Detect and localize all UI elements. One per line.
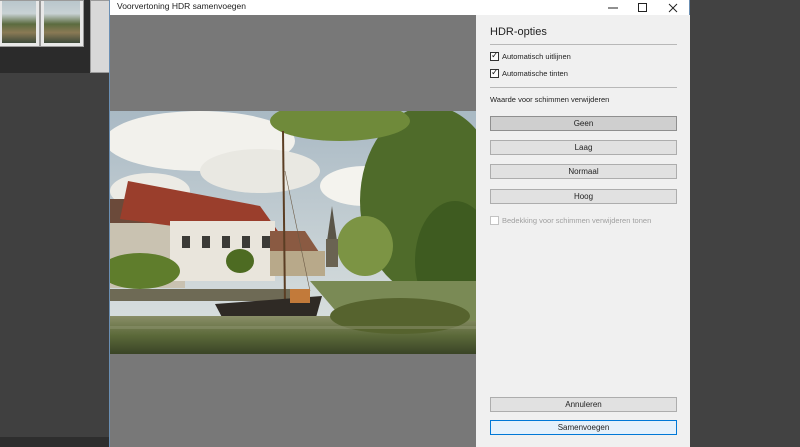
maximize-button[interactable] <box>628 0 658 15</box>
title-bar: Voorvertoning HDR samenvoegen <box>110 0 689 15</box>
preview-area <box>110 15 476 447</box>
background-app-area <box>690 0 800 447</box>
hdr-preview-image <box>110 111 476 354</box>
deghost-overlay-label: Bedekking voor schimmen verwijderen tone… <box>502 216 652 225</box>
options-heading: HDR-opties <box>490 26 547 38</box>
auto-tone-checkbox-row[interactable]: ✓ Automatische tinten <box>490 67 568 78</box>
maximize-icon <box>638 2 647 12</box>
deghost-amount-label: Waarde voor schimmen verwijderen <box>490 95 610 104</box>
deghost-low-button[interactable]: Laag <box>490 140 677 155</box>
checkmark-icon: ✓ <box>491 50 499 60</box>
close-button[interactable] <box>658 0 688 15</box>
separator <box>490 87 677 88</box>
window-title: Voorvertoning HDR samenvoegen <box>117 1 246 11</box>
auto-tone-checkbox[interactable]: ✓ <box>490 67 499 78</box>
deghost-medium-button[interactable]: Normaal <box>490 164 677 179</box>
auto-align-label: Automatisch uitlijnen <box>502 52 571 61</box>
close-icon <box>668 3 678 12</box>
background-grid-panel <box>0 0 110 73</box>
background-filmstrip <box>0 437 110 447</box>
separator <box>490 44 677 45</box>
deghost-overlay-checkbox[interactable] <box>490 216 499 225</box>
hdr-options-panel: HDR-opties ✓ Automatisch uitlijnen ✓ Aut… <box>476 15 690 447</box>
auto-align-checkbox[interactable]: ✓ <box>490 50 499 61</box>
hdr-merge-dialog: Voorvertoning HDR samenvoegen HDR-opties… <box>109 0 690 447</box>
checkmark-icon: ✓ <box>491 67 499 77</box>
minimize-icon <box>608 7 618 8</box>
auto-align-checkbox-row[interactable]: ✓ Automatisch uitlijnen <box>490 50 571 61</box>
merge-button[interactable]: Samenvoegen <box>490 420 677 435</box>
deghost-high-button[interactable]: Hoog <box>490 189 677 204</box>
background-thumbnail[interactable] <box>40 0 84 47</box>
minimize-button[interactable] <box>598 0 628 15</box>
cancel-button[interactable]: Annuleren <box>490 397 677 412</box>
deghost-overlay-checkbox-row[interactable]: Bedekking voor schimmen verwijderen tone… <box>490 216 651 225</box>
background-thumbnail[interactable] <box>0 0 40 47</box>
auto-tone-label: Automatische tinten <box>502 69 568 78</box>
background-thumbnail[interactable] <box>90 0 110 73</box>
deghost-none-button[interactable]: Geen <box>490 116 677 131</box>
